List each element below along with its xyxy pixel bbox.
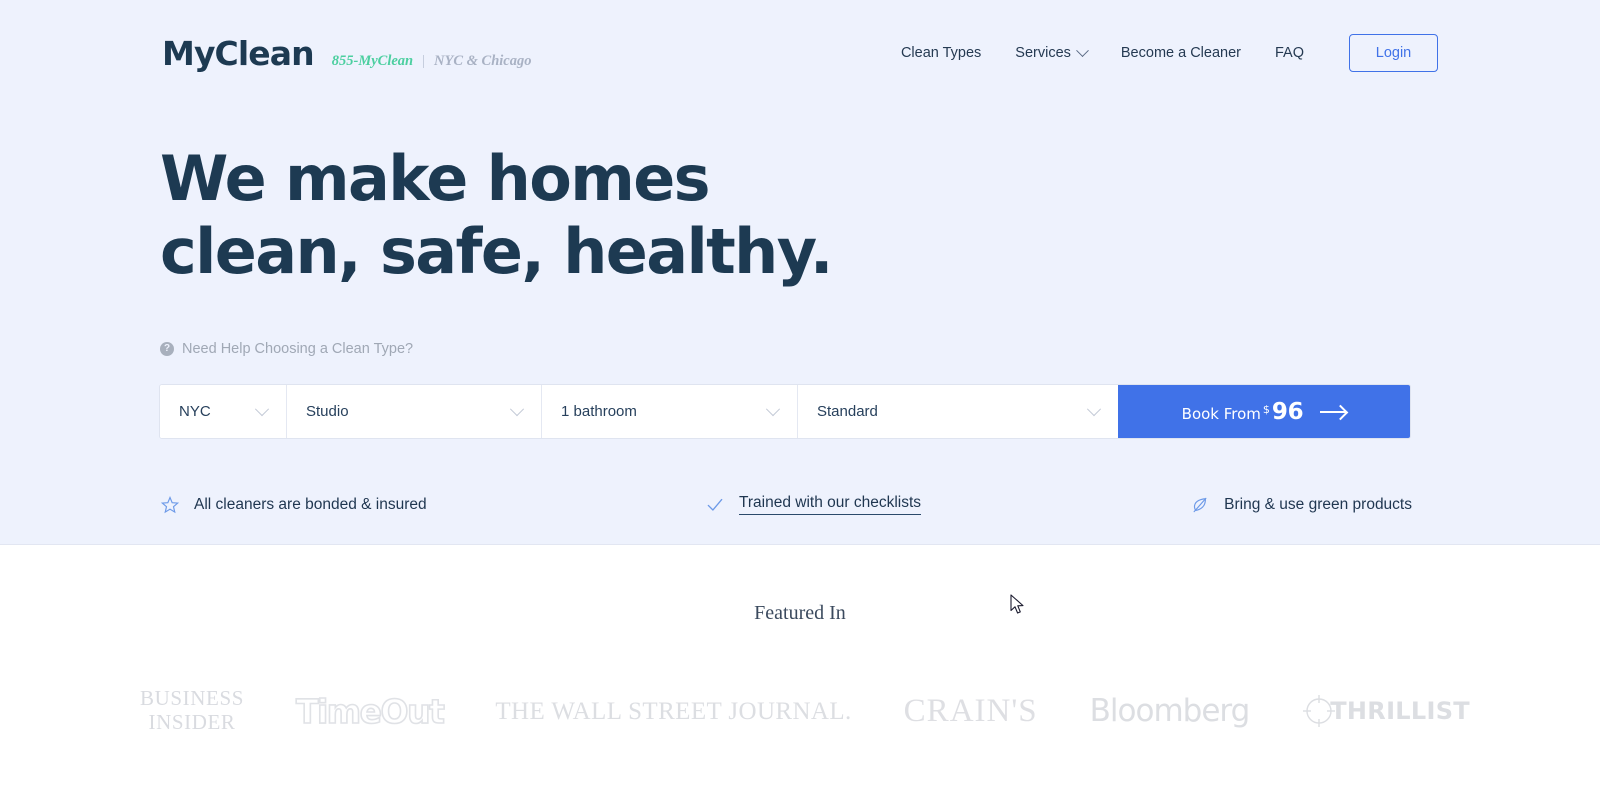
help-text: Need Help Choosing a Clean Type?: [182, 341, 414, 357]
currency-symbol: $: [1262, 402, 1270, 416]
chevron-down-icon: [509, 401, 525, 416]
leaf-icon: [1190, 495, 1210, 515]
featured-in-title: Featured In: [754, 602, 846, 624]
feature-label: All cleaners are bonded & insured: [194, 495, 427, 513]
logo-crains: CRAIN'S: [903, 692, 1038, 729]
help-choosing-clean-type-link[interactable]: ? Need Help Choosing a Clean Type?: [160, 341, 413, 357]
brand-separator: |: [422, 52, 425, 69]
feature-bonded-insured: All cleaners are bonded & insured: [160, 495, 705, 515]
logo-thrillist: THRILLIST: [1301, 693, 1470, 729]
location-value: NYC: [179, 403, 211, 420]
brand-meta: 855-MyClean | NYC & Chicago: [332, 53, 532, 70]
arrow-right-icon: [1320, 410, 1347, 413]
nav-item-faq[interactable]: FAQ: [1258, 37, 1321, 69]
nav-item-become-a-cleaner[interactable]: Become a Cleaner: [1104, 37, 1258, 69]
feature-green-products: Bring & use green products: [1185, 495, 1412, 515]
phone-link[interactable]: 855-MyClean: [332, 53, 413, 70]
bathrooms-select[interactable]: 1 bathroom: [542, 385, 798, 438]
logo-thrillist-text: THRILLIST: [1330, 697, 1470, 725]
nav-item-clean-types[interactable]: Clean Types: [884, 37, 998, 69]
location-select[interactable]: NYC: [160, 385, 287, 438]
book-button-label: Book From $ 96: [1182, 399, 1304, 425]
nav-label: Services: [1015, 45, 1071, 61]
headline-line-2: clean, safe, healthy.: [160, 214, 833, 288]
feature-row: All cleaners are bonded & insured Traine…: [160, 494, 1412, 515]
booking-form: NYC Studio 1 bathroom Standard Book From…: [159, 384, 1411, 439]
home-size-select[interactable]: Studio: [287, 385, 542, 438]
site-header: MyClean 855-MyClean | NYC & Chicago Clea…: [0, 0, 1600, 106]
logo-timeout: TimeOut: [295, 691, 446, 731]
book-from-button[interactable]: Book From $ 96: [1118, 385, 1410, 438]
page-title: We make homes clean, safe, healthy.: [160, 142, 833, 288]
check-icon: [705, 495, 725, 515]
nav-label: FAQ: [1274, 45, 1304, 61]
nav-label: Clean Types: [900, 45, 982, 61]
login-button[interactable]: Login: [1349, 34, 1438, 72]
press-logo-row: BUSINESS INSIDER TimeOut THE WALL STREET…: [140, 676, 1470, 746]
chevron-down-icon: [254, 401, 270, 416]
chevron-down-icon: [1086, 401, 1102, 416]
price-value: 96: [1271, 398, 1304, 425]
nav-item-services[interactable]: Services: [998, 37, 1104, 69]
headline-line-1: We make homes: [160, 142, 711, 215]
main-navigation: Clean Types Services Become a Cleaner FA…: [884, 34, 1438, 72]
logo-line-1: BUSINESS: [140, 686, 244, 711]
clean-type-value: Standard: [817, 403, 878, 420]
home-size-value: Studio: [306, 403, 349, 420]
chevron-down-icon: [1076, 43, 1089, 57]
logo-wall-street-journal: THE WALL STREET JOURNAL.: [495, 697, 852, 725]
feature-trained-checklists: Trained with our checklists: [705, 494, 1185, 515]
star-icon: [160, 495, 180, 515]
question-mark-icon: ?: [160, 342, 174, 356]
feature-label: Bring & use green products: [1224, 495, 1412, 513]
book-text: Book From: [1181, 404, 1261, 423]
myclean-logo[interactable]: MyClean: [162, 37, 315, 70]
chevron-down-icon: [765, 401, 781, 416]
service-cities: NYC & Chicago: [434, 52, 532, 69]
logo-business-insider: BUSINESS INSIDER: [140, 687, 244, 734]
logo-line-2: INSIDER: [148, 710, 236, 734]
nav-label: Become a Cleaner: [1120, 45, 1241, 61]
logo-bloomberg: Bloomberg: [1089, 692, 1251, 729]
clean-type-select[interactable]: Standard: [798, 385, 1118, 438]
bathrooms-value: 1 bathroom: [561, 403, 637, 420]
trained-checklists-link[interactable]: Trained with our checklists: [739, 494, 922, 515]
brand-block: MyClean 855-MyClean | NYC & Chicago: [162, 37, 531, 70]
